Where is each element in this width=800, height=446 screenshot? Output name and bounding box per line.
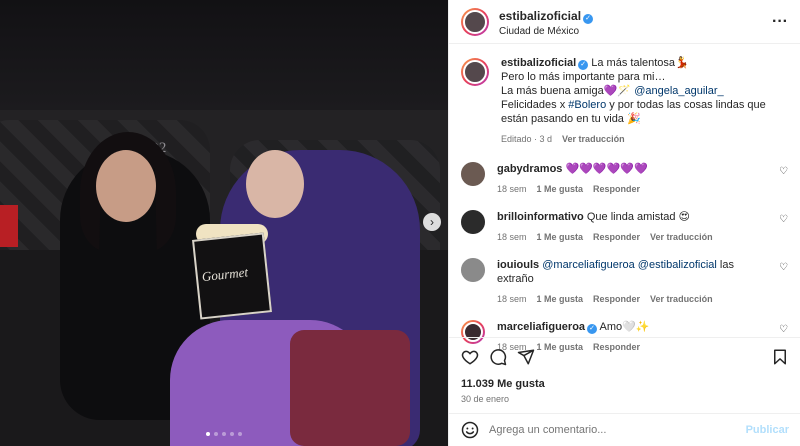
caption-line: Pero lo más importante para mi…: [501, 71, 666, 83]
comment-text: Amo🤍✨: [599, 321, 650, 333]
reply-button[interactable]: Responder: [593, 292, 640, 306]
popcorn-cup: Gourmet: [192, 232, 272, 320]
hashtag-link[interactable]: #Bolero: [568, 99, 606, 111]
caption-username[interactable]: estibalizoficial: [501, 57, 576, 69]
mention-link[interactable]: @estibalizoficial: [638, 259, 717, 271]
mention-link[interactable]: @angela_aguilar_: [634, 85, 723, 97]
heart-icon[interactable]: ♡: [772, 214, 788, 244]
comment-item: brilloinformativo Que linda amistad 😍 18…: [461, 208, 788, 244]
comment-likes[interactable]: 1 Me gusta: [537, 292, 584, 306]
reply-button[interactable]: Responder: [593, 230, 640, 244]
like-heart-icon[interactable]: [461, 348, 479, 366]
verified-icon: ✓: [587, 324, 598, 334]
heart-icon[interactable]: ♡: [772, 166, 788, 196]
post-header: estibalizoficial ✓ Ciudad de México ···: [449, 0, 800, 44]
see-translation-button[interactable]: Ver traducción: [650, 230, 713, 244]
carousel-dots: [206, 432, 242, 436]
post-date: 30 de enero: [461, 394, 510, 404]
more-options-icon[interactable]: ···: [772, 13, 788, 31]
post-viewer: D2 D1 Gourmet › estibalizoficial✓ Ciudad…: [0, 0, 800, 446]
carousel-dot: [222, 432, 226, 436]
save-bookmark-icon[interactable]: [771, 348, 789, 366]
post-actions: 11.039 Me gusta 30 de enero: [449, 337, 800, 404]
verified-icon: ✓: [583, 13, 594, 24]
comment-text: 💜💜💜💜💜💜: [565, 163, 648, 175]
edited-label: Editado · 3 d: [501, 134, 553, 144]
comment-username[interactable]: iouiouls: [497, 259, 539, 271]
chevron-right-icon: ›: [430, 215, 434, 229]
location-link[interactable]: Ciudad de México: [499, 26, 772, 37]
carousel-dot: [214, 432, 218, 436]
caption-line: La más talentosa💃: [591, 57, 689, 69]
drink-cup: [0, 205, 18, 247]
comment-composer: Publicar: [449, 413, 800, 446]
mention-link[interactable]: @marceliafigueroa: [542, 259, 635, 271]
comment-username[interactable]: brilloinformativo: [497, 211, 584, 223]
author-username[interactable]: estibalizoficial: [499, 9, 581, 23]
post-side-panel: estibalizoficial ✓ Ciudad de México ··· e…: [448, 0, 800, 446]
like-count[interactable]: 11.039 Me gusta: [461, 378, 789, 390]
comment-input[interactable]: [489, 424, 746, 436]
face: [246, 150, 304, 218]
face: [96, 150, 156, 222]
avatar[interactable]: [461, 258, 485, 282]
post-photo[interactable]: D2 D1 Gourmet ›: [0, 0, 448, 446]
verified-icon: ✓: [578, 60, 589, 70]
heart-icon[interactable]: ♡: [772, 262, 788, 306]
comment-icon[interactable]: [489, 348, 507, 366]
comment-item: gabydramos 💜💜💜💜💜💜 18 sem 1 Me gusta Respon…: [461, 160, 788, 196]
comment-username[interactable]: gabydramos: [497, 163, 562, 175]
avatar[interactable]: [461, 162, 485, 186]
comment-text: Que linda amistad 😍: [586, 211, 691, 223]
next-slide-button[interactable]: ›: [423, 213, 441, 231]
carousel-dot: [238, 432, 242, 436]
comment-item: iouiouls @marceliafigueroa @estibalizofi…: [461, 256, 788, 306]
caption-line: La más buena amiga💜🪄: [501, 85, 635, 97]
comment-likes[interactable]: 1 Me gusta: [537, 182, 584, 196]
reply-button[interactable]: Responder: [593, 182, 640, 196]
emoji-icon[interactable]: [461, 421, 479, 439]
cup-text: Gourmet: [201, 264, 249, 285]
see-translation-button[interactable]: Ver traducción: [562, 132, 625, 146]
avatar[interactable]: [461, 7, 489, 36]
post-button[interactable]: Publicar: [746, 424, 789, 436]
share-icon[interactable]: [517, 348, 535, 366]
comments-list: estibalizoficial ✓ La más talentosa💃 Pero…: [449, 44, 800, 354]
avatar[interactable]: [461, 210, 485, 234]
comment-likes[interactable]: 1 Me gusta: [537, 230, 584, 244]
see-translation-button[interactable]: Ver traducción: [650, 292, 713, 306]
handbag: [290, 330, 410, 446]
avatar[interactable]: [461, 58, 489, 86]
carousel-dot: [206, 432, 210, 436]
carousel-dot: [230, 432, 234, 436]
comment-username[interactable]: marceliafigueroa: [497, 321, 585, 333]
caption: estibalizoficial ✓ La más talentosa💃 Pero…: [461, 56, 788, 146]
